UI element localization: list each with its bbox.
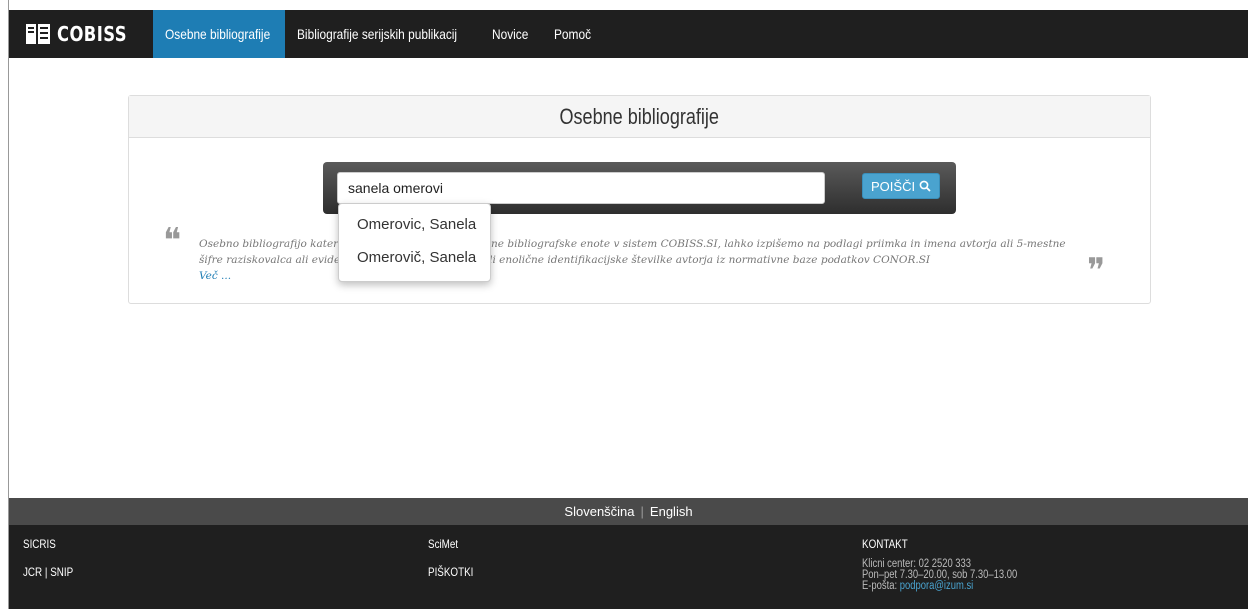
contact-email-link[interactable]: podpora@izum.si [900, 580, 974, 592]
language-bar: Slovenščina | English [9, 498, 1248, 525]
open-quote-icon: ❝ [163, 221, 182, 261]
search-panel: Osebne bibliografije POIŠČI ❝ Osebno bib… [128, 95, 1151, 304]
brand-name: COBISS [57, 22, 127, 46]
panel-header: Osebne bibliografije [129, 96, 1150, 138]
nav-pomoc[interactable]: Pomoč [542, 10, 610, 58]
panel-title: Osebne bibliografije [559, 104, 720, 129]
more-link[interactable]: Več ... [199, 268, 1079, 284]
nav-novice[interactable]: Novice [480, 10, 547, 58]
nav-label: Pomoč [554, 26, 592, 42]
close-quote-icon: ❞ [1087, 251, 1106, 291]
nav-bibliografije-serijskih-publikacij[interactable]: Bibliografije serijskih publikacij [285, 10, 497, 58]
contact-title: KONTAKT [862, 537, 908, 551]
footer-col-1: SICRIS JCR | SNIP [23, 537, 84, 593]
suggestion-item[interactable]: Omerovic, Sanela [339, 208, 490, 241]
nav-osebne-bibliografije[interactable]: Osebne bibliografije [153, 10, 285, 58]
lang-english[interactable]: English [650, 504, 693, 519]
footer-link-scimet[interactable]: SciMet [428, 537, 458, 551]
description-body: Osebno bibliografijo katerega koli avtor… [199, 238, 1066, 266]
search-input[interactable] [337, 172, 825, 204]
top-navbar: COBISS Osebne bibliografije Bibliografij… [9, 10, 1248, 58]
footer-separator: | [44, 565, 48, 579]
search-button[interactable]: POIŠČI [862, 173, 941, 199]
lang-slovenscina[interactable]: Slovenščina [564, 504, 634, 519]
footer: SICRIS JCR | SNIP SciMet PIŠKOTKI KONTAK… [9, 525, 1248, 609]
contact-email-label: E-pošta: [862, 580, 898, 592]
footer-link-sicris[interactable]: SICRIS [23, 537, 56, 551]
footer-contact: KONTAKT Klicni center: 02 2520 333 Pon–p… [862, 537, 1051, 592]
nav-label: Novice [492, 26, 529, 42]
contact-details: Klicni center: 02 2520 333 Pon–pet 7.30–… [862, 558, 1017, 592]
footer-col-2: SciMet PIŠKOTKI [428, 537, 483, 593]
cobiss-logo[interactable]: COBISS [25, 10, 142, 58]
footer-link-snip[interactable]: SNIP [50, 565, 73, 579]
autocomplete-dropdown: Omerovic, Sanela Omerovič, Sanela [338, 203, 491, 282]
search-button-label: POIŠČI [871, 178, 916, 194]
window-edge [0, 0, 9, 609]
nav-label: Bibliografije serijskih publikacij [297, 26, 458, 42]
footer-link-piskotki[interactable]: PIŠKOTKI [428, 565, 473, 579]
lang-separator: | [640, 504, 644, 519]
footer-link-jcr[interactable]: JCR [23, 565, 42, 579]
description-text: Osebno bibliografijo katerega koli avtor… [199, 236, 1079, 284]
search-icon [919, 180, 931, 192]
suggestion-item[interactable]: Omerovič, Sanela [339, 241, 490, 274]
nav-label: Osebne bibliografije [165, 26, 271, 42]
cobiss-logo-icon [26, 24, 50, 44]
